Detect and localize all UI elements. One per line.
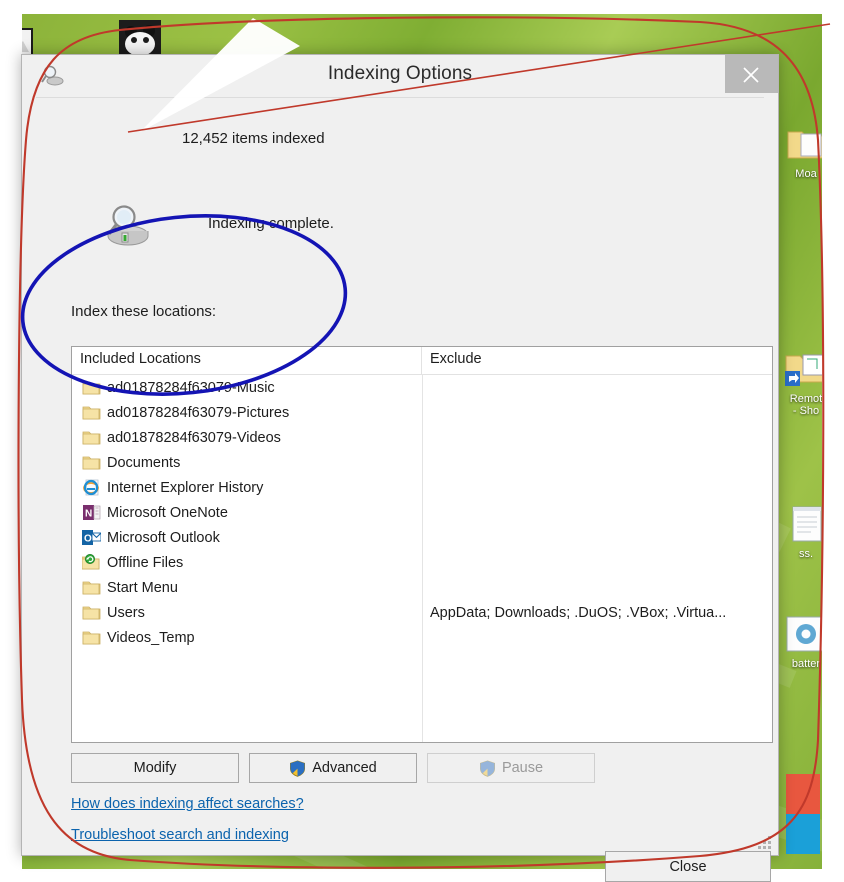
location-label: ad01878284f63079-Music	[107, 379, 275, 396]
indexing-status-text: Indexing complete.	[208, 215, 334, 232]
location-cell: ad01878284f63079-Videos	[72, 429, 422, 446]
desktop-icon-4[interactable]: Remot - Sho	[774, 349, 822, 417]
column-header-exclude[interactable]: Exclude	[422, 347, 772, 374]
screen: og PC- a… r Moa	[0, 0, 844, 882]
indexing-options-dialog: Indexing Options 12,452 items indexed In…	[21, 54, 779, 882]
internet-explorer-icon	[82, 479, 101, 496]
close-icon	[743, 67, 759, 83]
resize-grip[interactable]	[758, 836, 772, 850]
included-locations-list[interactable]: Included Locations Exclude ad01878284f63…	[71, 346, 773, 743]
uac-shield-icon-disabled	[479, 759, 496, 777]
list-header: Included Locations Exclude	[72, 347, 772, 375]
pause-button: Pause	[427, 753, 595, 783]
svg-text:N: N	[85, 509, 92, 520]
desktop-icon-3[interactable]: Moa	[774, 124, 822, 180]
location-label: Videos_Temp	[107, 629, 195, 646]
remote-shortcut-icon	[783, 349, 822, 391]
folder-icon	[82, 404, 101, 421]
desktop-tile-orange	[786, 774, 820, 814]
location-cell: Documents	[72, 454, 422, 471]
folder-open-icon	[783, 124, 822, 166]
location-label: Documents	[107, 454, 181, 471]
column-divider	[422, 374, 423, 742]
onenote-icon: N	[82, 504, 101, 521]
location-cell: Users	[72, 604, 422, 621]
folder-icon	[82, 429, 101, 446]
folder-icon	[82, 629, 101, 646]
desktop-icon-label: Moa	[795, 168, 817, 180]
column-header-included[interactable]: Included Locations	[72, 347, 422, 374]
location-cell: Start Menu	[72, 579, 422, 596]
outlook-icon: O	[82, 529, 102, 546]
location-label: Offline Files	[107, 554, 184, 571]
folder-icon	[82, 379, 101, 396]
location-cell: Internet Explorer History	[72, 479, 422, 496]
location-cell: ad01878284f63079-Music	[72, 379, 422, 396]
folder-icon	[82, 454, 101, 471]
folder-icon	[82, 579, 101, 596]
close-window-button[interactable]	[725, 55, 778, 93]
location-label: Microsoft Outlook	[107, 529, 220, 546]
notepad-icon	[783, 504, 822, 546]
desktop-icon-5[interactable]: ss.	[774, 504, 822, 560]
location-cell: ad01878284f63079-Pictures	[72, 404, 422, 421]
desktop-icon-label: batter	[791, 658, 821, 670]
page-title: Indexing Options	[327, 63, 473, 84]
items-indexed-text: 12,452 items indexed	[182, 130, 325, 147]
modify-button-label: Modify	[133, 760, 177, 776]
close-button[interactable]: Close	[605, 851, 771, 882]
how-indexing-affects-searches-link[interactable]: How does indexing affect searches?	[71, 796, 304, 812]
location-cell: Videos_Temp	[72, 629, 422, 646]
location-cell: Offline Files	[72, 554, 422, 571]
troubleshoot-search-link[interactable]: Troubleshoot search and indexing	[71, 827, 289, 843]
close-button-label: Close	[669, 858, 707, 875]
desktop-tile-blue	[786, 814, 820, 854]
desktop-icon-label: ss.	[798, 548, 814, 560]
location-label: ad01878284f63079-Pictures	[107, 404, 290, 421]
uac-shield-icon	[289, 759, 306, 777]
modify-button[interactable]: Modify	[71, 753, 239, 783]
advanced-button[interactable]: Advanced	[249, 753, 417, 783]
folder-icon	[82, 604, 101, 621]
location-label: ad01878284f63079-Videos	[107, 429, 281, 446]
location-label: Users	[107, 604, 145, 621]
svg-text:O: O	[84, 534, 92, 545]
index-locations-label: Index these locations:	[71, 303, 217, 320]
exclude-cell: AppData; Downloads; .DuOS; .VBox; .Virtu…	[430, 604, 727, 621]
title-bar: Indexing Options	[22, 55, 778, 96]
advanced-button-label: Advanced	[312, 760, 377, 776]
location-cell: O Microsoft Outlook	[72, 529, 422, 546]
location-label: Microsoft OneNote	[107, 504, 228, 521]
location-label: Internet Explorer History	[107, 479, 264, 496]
location-cell: N Microsoft OneNote	[72, 504, 422, 521]
desktop-icon-6[interactable]: batter	[774, 614, 822, 670]
desktop-icon-label: Remot - Sho	[789, 393, 822, 417]
pause-button-label: Pause	[501, 760, 544, 776]
offline-files-icon	[81, 554, 101, 571]
drive-magnifier-icon	[100, 201, 152, 249]
settings-gear-icon	[783, 614, 822, 656]
location-label: Start Menu	[107, 579, 178, 596]
